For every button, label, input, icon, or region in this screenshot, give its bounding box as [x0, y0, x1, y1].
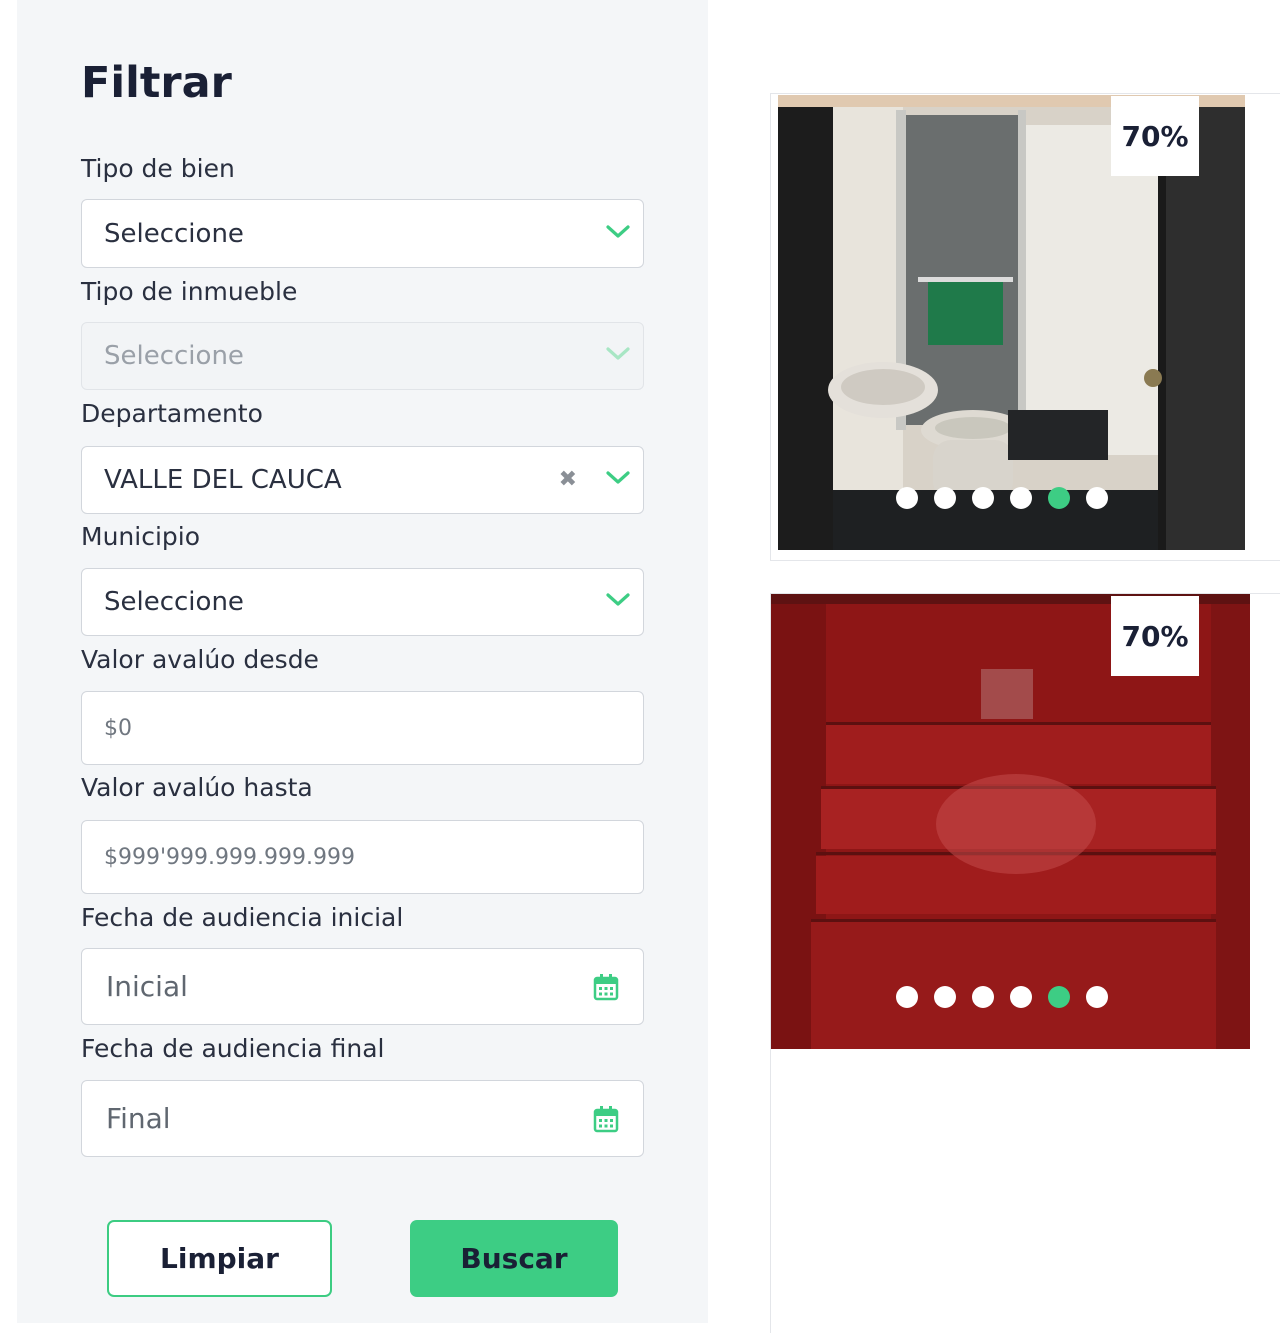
- carousel-dot[interactable]: [1086, 487, 1108, 509]
- tipo-bien-value: Seleccione: [104, 218, 244, 249]
- municipio-value: Seleccione: [104, 587, 244, 617]
- carousel-dot[interactable]: [896, 986, 918, 1008]
- tipo-bien-select[interactable]: Seleccione: [81, 199, 644, 268]
- departamento-label: Departamento: [81, 399, 263, 428]
- fecha-final-label: Fecha de audiencia final: [81, 1034, 385, 1063]
- carousel-dot[interactable]: [1010, 986, 1032, 1008]
- discount-badge: 70%: [1111, 96, 1199, 176]
- carousel-dot[interactable]: [1010, 487, 1032, 509]
- fecha-final-input[interactable]: Final: [81, 1080, 644, 1157]
- valor-hasta-placeholder: $999'999.999.999.999: [104, 844, 355, 870]
- valor-desde-label: Valor avalúo desde: [81, 645, 319, 674]
- tipo-inmueble-label: Tipo de inmueble: [81, 277, 298, 306]
- tipo-inmueble-select[interactable]: Seleccione: [81, 322, 644, 390]
- departamento-value: VALLE DEL CAUCA: [104, 465, 342, 495]
- filter-title: Filtrar: [81, 58, 232, 108]
- valor-hasta-label: Valor avalúo hasta: [81, 773, 313, 802]
- tipo-bien-label: Tipo de bien: [81, 154, 235, 183]
- fecha-inicial-placeholder: Inicial: [106, 970, 188, 1003]
- valor-desde-input[interactable]: $0: [81, 691, 644, 765]
- chevron-down-icon: [606, 471, 630, 484]
- calendar-icon[interactable]: [593, 1105, 619, 1133]
- clear-button[interactable]: Limpiar: [107, 1220, 332, 1297]
- fecha-inicial-label: Fecha de audiencia inicial: [81, 903, 404, 932]
- discount-badge: 70%: [1111, 596, 1199, 676]
- carousel-dot[interactable]: [896, 487, 918, 509]
- municipio-select[interactable]: Seleccione: [81, 568, 644, 636]
- carousel-dots: [896, 986, 1108, 1008]
- municipio-label: Municipio: [81, 522, 201, 551]
- chevron-down-icon: [606, 224, 630, 238]
- carousel-dot[interactable]: [972, 986, 994, 1008]
- carousel-dot[interactable]: [972, 487, 994, 509]
- carousel-dot[interactable]: [934, 487, 956, 509]
- valor-hasta-input[interactable]: $999'999.999.999.999: [81, 820, 644, 894]
- carousel-dots: [896, 487, 1108, 509]
- departamento-select[interactable]: VALLE DEL CAUCA ✖: [81, 446, 644, 514]
- carousel-dot[interactable]: [1086, 986, 1108, 1008]
- valor-desde-placeholder: $0: [104, 715, 132, 741]
- calendar-icon[interactable]: [593, 973, 619, 1001]
- chevron-down-icon: [606, 347, 630, 360]
- tipo-inmueble-value: Seleccione: [104, 341, 244, 371]
- carousel-dot-active[interactable]: [1048, 986, 1070, 1008]
- search-button[interactable]: Buscar: [410, 1220, 618, 1297]
- clear-icon[interactable]: ✖: [559, 467, 577, 493]
- fecha-inicial-input[interactable]: Inicial: [81, 948, 644, 1025]
- chevron-down-icon: [606, 593, 630, 606]
- carousel-dot[interactable]: [934, 986, 956, 1008]
- fecha-final-placeholder: Final: [106, 1102, 171, 1135]
- carousel-dot-active[interactable]: [1048, 487, 1070, 509]
